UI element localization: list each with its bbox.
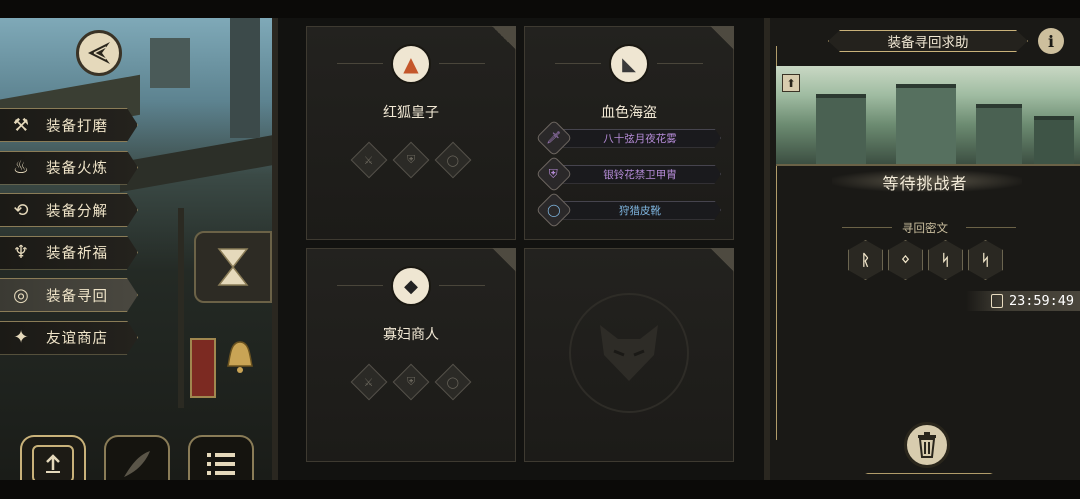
sword-icon: ⚔ <box>364 375 374 389</box>
npc-name: 寡妇商人 <box>383 327 439 343</box>
equipment-slots: ⚔ ⛨ ◯ <box>307 363 515 401</box>
sidebar-item-label: 装备分解 <box>46 203 108 220</box>
equipment-slots: ⚔ ⛨ ◯ <box>307 141 515 179</box>
challenge-status: 等待挑战者 <box>882 174 968 193</box>
top-edge <box>0 0 1080 18</box>
ring-slot[interactable]: ◯ <box>434 363 472 401</box>
sidebar-item-polish[interactable]: ⚒ 装备打磨 <box>0 108 138 142</box>
armor-slot[interactable]: ⛨ <box>392 141 430 179</box>
weapon-slot[interactable]: ⚔ <box>350 363 388 401</box>
hourglass-sign <box>194 231 272 303</box>
equipment-label: 狩猎皮靴 <box>559 200 721 220</box>
equipment-label: 银铃花禁卫甲胄 <box>559 164 721 184</box>
npc-card-widow-merchant[interactable]: ◆ 寡妇商人 ⚔ ⛨ ◯ <box>306 248 516 462</box>
sidebar-item-bless[interactable]: ♆ 装备祈福 <box>0 235 138 270</box>
panel-title: 装备寻回求助 <box>828 30 1028 52</box>
divider <box>337 285 383 286</box>
equipment-row[interactable]: ◯ 狩猎皮靴 <box>535 191 721 229</box>
blood-pirate-portrait: ◣ <box>609 44 649 84</box>
sidebar-item-retrieve[interactable]: ◎ 装备寻回 <box>0 278 138 312</box>
winged-arrow-icon <box>88 42 110 64</box>
sidebar-item-forge[interactable]: ♨ 装备火炼 <box>0 150 138 185</box>
list-icon <box>207 453 235 475</box>
hourglass-icon <box>217 248 249 286</box>
sidebar-item-friendship-shop[interactable]: ✦ 友谊商店 <box>0 320 138 355</box>
sidebar-item-label: 友谊商店 <box>46 331 108 347</box>
weapon-slot[interactable]: ⚔ <box>350 141 388 179</box>
trash-icon <box>918 432 936 458</box>
armor-slot[interactable]: ⛨ <box>392 363 430 401</box>
ring-icon: ◯ <box>446 375 460 389</box>
challenge-scene-image: ⬆ <box>776 66 1080 166</box>
sword-icon: ⚔ <box>364 153 374 167</box>
empty-npc-card[interactable] <box>524 248 734 462</box>
countdown-timer: 23:59:49 <box>966 291 1080 311</box>
disassemble-icon: ⟲ <box>13 199 29 221</box>
boots-icon: ◯ <box>535 191 573 229</box>
cipher-rune: ᚱ <box>848 240 883 280</box>
hourglass-icon <box>990 294 1003 308</box>
cipher-runes: ᚱ ᛜ ᛋ ᛋ <box>848 240 1003 280</box>
cipher-title: 寻回密文 <box>902 221 948 235</box>
guild-logo-button[interactable] <box>76 30 122 76</box>
ring-icon: ◯ <box>446 153 460 167</box>
divider <box>439 63 485 64</box>
retrieve-help-panel: 装备寻回求助 i ⬆ 等待挑战者 寻回密文 ᚱ ᛜ ᛋ ᛋ 23:59:49 <box>764 18 1080 480</box>
widow-merchant-portrait: ◆ <box>391 266 431 306</box>
delete-button[interactable] <box>904 422 950 468</box>
timer-value: 23:59:49 <box>1008 293 1074 309</box>
npc-card-blood-pirate[interactable]: ◣ 血色海盗 🗡 八十弦月夜花雾 ⛨ 银铃花禁卫甲胄 ◯ 狩猎皮靴 <box>524 26 734 240</box>
npc-name: 血色海盗 <box>601 105 657 121</box>
upload-icon[interactable]: ⬆ <box>782 74 800 92</box>
bottom-edge <box>0 480 1080 499</box>
sidebar-menu: ⚒ 装备打磨 ♨ 装备火炼 ⟲ 装备分解 ♆ 装备祈福 ◎ 装备寻回 ✦ 友谊商… <box>0 108 160 363</box>
retrieve-icon: ◎ <box>13 284 29 306</box>
sidebar-item-label: 装备祈福 <box>46 246 108 262</box>
equipment-row[interactable]: ⛨ 银铃花禁卫甲胄 <box>535 155 721 193</box>
divider <box>555 63 601 64</box>
sword-icon: 🗡 <box>535 119 573 157</box>
sidebar-item-disassemble[interactable]: ⟲ 装备分解 <box>0 193 138 227</box>
hammer-icon: ⚒ <box>12 114 30 136</box>
flame-icon: ♨ <box>12 157 30 178</box>
sidebar-item-label: 装备打磨 <box>46 118 108 135</box>
upload-icon <box>32 445 74 483</box>
ring-slot[interactable]: ◯ <box>434 141 472 179</box>
fox-emblem-icon <box>569 293 689 413</box>
cipher-rune: ᛋ <box>928 240 963 280</box>
info-icon[interactable]: i <box>1038 28 1064 54</box>
cipher-rune: ᛜ <box>888 240 923 280</box>
cipher-rune: ᛋ <box>968 240 1003 280</box>
armor-icon: ⛨ <box>535 155 573 193</box>
red-banner <box>190 338 216 398</box>
armor-icon: ⛨ <box>406 153 416 166</box>
equipment-row[interactable]: 🗡 八十弦月夜花雾 <box>535 119 721 157</box>
equipment-label: 八十弦月夜花雾 <box>559 128 721 148</box>
npc-name: 红狐皇子 <box>383 105 439 121</box>
bell-icon <box>227 341 253 373</box>
sidebar-item-label: 装备火炼 <box>46 161 108 177</box>
pray-icon: ♆ <box>12 242 30 263</box>
npc-card-red-fox-prince[interactable]: ▲ 红狐皇子 ⚔ ⛨ ◯ <box>306 26 516 240</box>
feather-icon <box>124 451 150 477</box>
divider <box>337 63 383 64</box>
armor-icon: ⛨ <box>406 375 416 388</box>
red-fox-prince-portrait: ▲ <box>391 44 431 84</box>
divider <box>657 63 703 64</box>
fox-shop-icon: ✦ <box>13 327 29 348</box>
divider <box>439 285 485 286</box>
sidebar-item-label: 装备寻回 <box>46 288 108 305</box>
npc-card-grid: ▲ 红狐皇子 ⚔ ⛨ ◯ ◣ 血色海盗 🗡 八十弦月夜花雾 ⛨ 银铃花禁卫甲胄 … <box>272 18 764 480</box>
